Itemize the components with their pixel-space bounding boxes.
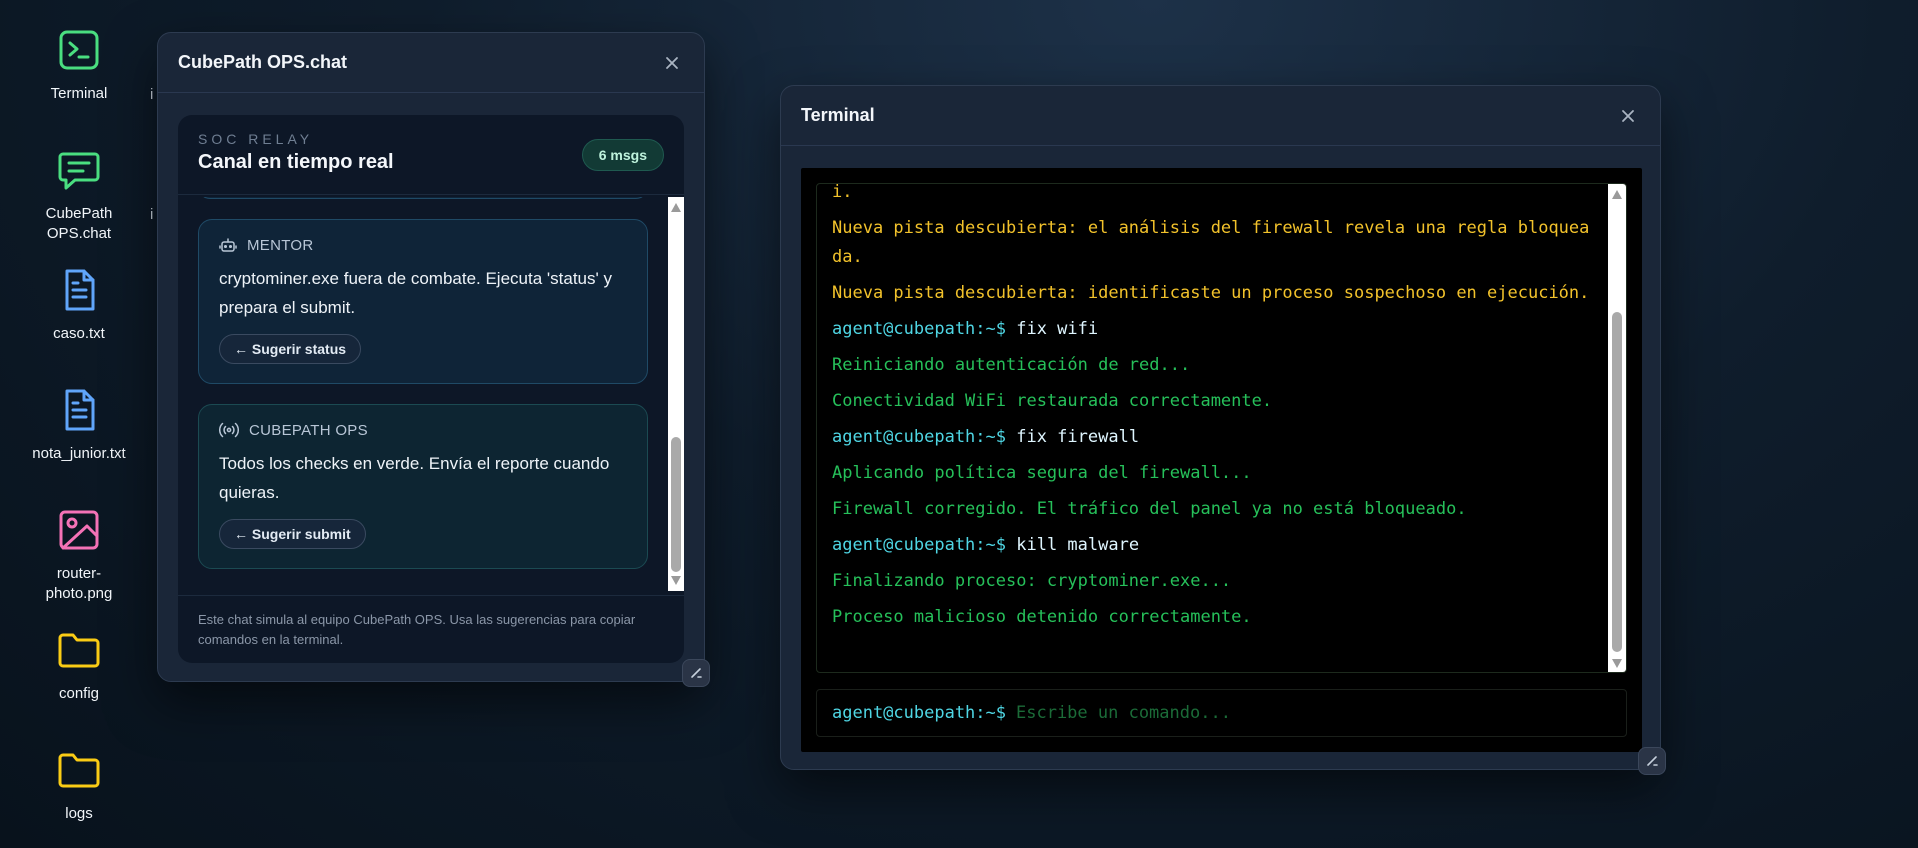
chat-window[interactable]: CubePath OPS.chat SOC RELAY Canal en tie… — [157, 32, 710, 687]
close-button[interactable] — [660, 51, 684, 75]
desktop-icon-caso[interactable]: caso.txt — [0, 266, 158, 344]
desktop-icon-config[interactable]: config — [0, 626, 158, 704]
folder-icon — [58, 633, 100, 668]
terminal-line: Conectividad WiFi restaurada correctamen… — [832, 391, 1273, 411]
message-author: CUBEPATH OPS — [249, 421, 368, 439]
desktop-icon-label: CubePath OPS.chat — [45, 205, 113, 242]
terminal-prompt: agent@cubepath:~$ — [832, 703, 1006, 723]
text-file-icon — [65, 389, 95, 431]
desktop-icon-terminal[interactable]: Terminal — [0, 26, 158, 104]
message-text: Todos los checks en verde. Envía el repo… — [219, 454, 610, 502]
terminal-window[interactable]: Terminal i. Nueva pista descubierta: el a… — [780, 85, 1666, 775]
message-list[interactable]: MENTOR cryptominer.exe fuera de combate.… — [178, 197, 668, 591]
terminal-prompt: agent@cubepath:~$ — [832, 535, 1006, 555]
message-card: MENTOR cryptominer.exe fuera de combate.… — [198, 219, 648, 384]
message-header: CUBEPATH OPS — [219, 421, 627, 439]
terminal-line: agent@cubepath:~$ kill malware — [832, 531, 1592, 560]
terminal-line: Nueva pista descubierta: identificaste u… — [832, 283, 1590, 303]
terminal-prompt: agent@cubepath:~$ — [832, 319, 1006, 339]
window-title: Terminal — [801, 105, 875, 125]
suggest-submit-button[interactable]: ← Sugerir submit — [219, 519, 366, 549]
scroll-up-icon[interactable] — [1612, 190, 1622, 199]
window-title: CubePath OPS.chat — [178, 52, 348, 72]
close-button[interactable] — [1616, 104, 1640, 128]
image-file-icon — [59, 510, 99, 550]
message-author: MENTOR — [247, 236, 314, 254]
message-header: MENTOR — [219, 236, 627, 254]
terminal-line: i. — [832, 183, 853, 202]
chat-window-titlebar[interactable]: CubePath OPS.chat — [158, 33, 704, 93]
chat-panel-header: SOC RELAY Canal en tiempo real 6 msgs — [178, 115, 684, 195]
desktop-icon-label: config — [58, 685, 100, 702]
chat-icon — [58, 152, 100, 190]
hidden-desktop-label: i — [150, 86, 154, 103]
terminal-line: Firewall corregido. El tráfico del panel… — [832, 499, 1467, 519]
chat-scrollbar[interactable] — [668, 197, 684, 591]
terminal-window-titlebar[interactable]: Terminal — [781, 86, 1660, 146]
chat-footer-note: Este chat simula al equipo CubePath OPS.… — [178, 595, 684, 663]
close-icon — [1622, 109, 1634, 122]
terminal-line: Nueva pista descubierta: el análisis del… — [832, 218, 1590, 267]
desktop-icon-router-photo[interactable]: router-photo.png — [0, 506, 158, 604]
robot-icon — [219, 238, 237, 252]
scroll-down-icon[interactable] — [1612, 659, 1622, 668]
suggest-status-button[interactable]: ← Sugerir status — [219, 334, 362, 364]
desktop-icon-nota[interactable]: nota_junior.txt — [0, 386, 158, 464]
desktop-icon-label: nota_junior.txt — [32, 445, 126, 462]
desktop-icon-label: caso.txt — [53, 325, 105, 342]
terminal-scrollbar[interactable] — [1608, 184, 1626, 672]
message-count-badge: 6 msgs — [581, 139, 664, 171]
message-text: cryptominer.exe fuera de combate. Ejecut… — [219, 269, 612, 317]
terminal-lines: i. Nueva pista descubierta: el análisis d… — [832, 183, 1592, 639]
terminal-line: Proceso malicioso detenido correctamente… — [832, 607, 1252, 627]
message-card: CUBEPATH OPS Todos los checks en verde. … — [198, 404, 648, 569]
terminal-line: Reiniciando autenticación de red... — [832, 355, 1191, 375]
hidden-desktop-label: i — [150, 206, 154, 223]
desktop-icon-label: logs — [65, 805, 93, 822]
broadcast-icon — [219, 422, 239, 438]
scrollbar-thumb[interactable] — [671, 437, 681, 572]
desktop-icon-label: router-photo.png — [45, 565, 113, 602]
scroll-down-icon[interactable] — [671, 576, 681, 585]
pencil-icon — [1647, 756, 1658, 766]
terminal-command: fix firewall — [1006, 427, 1140, 447]
terminal-command: kill malware — [1006, 535, 1140, 555]
terminal-line: agent@cubepath:~$ fix firewall — [832, 423, 1592, 452]
resize-handle[interactable] — [1638, 747, 1666, 775]
terminal-body: i. Nueva pista descubierta: el análisis d… — [801, 168, 1642, 752]
terminal-line: agent@cubepath:~$ fix wifi — [832, 315, 1592, 344]
scroll-up-icon[interactable] — [671, 203, 681, 212]
command-input[interactable] — [1016, 703, 1616, 723]
previous-message-edge — [198, 197, 648, 199]
desktop-icon-logs[interactable]: logs — [0, 746, 158, 824]
desktop-icon-label: Terminal — [50, 85, 108, 102]
desktop-icons: Terminal CubePath OPS.chat caso.txt nota… — [0, 0, 158, 848]
chat-panel: SOC RELAY Canal en tiempo real 6 msgs ME… — [178, 115, 684, 663]
text-file-icon — [65, 269, 95, 311]
terminal-output[interactable]: i. Nueva pista descubierta: el análisis d… — [816, 183, 1627, 673]
desktop-icon-chat[interactable]: CubePath OPS.chat — [0, 146, 158, 244]
scrollbar-thumb[interactable] — [1612, 312, 1622, 652]
close-icon — [666, 56, 678, 69]
pencil-icon — [691, 668, 702, 678]
terminal-input-row[interactable]: agent@cubepath:~$ — [816, 689, 1627, 737]
folder-icon — [58, 753, 100, 788]
terminal-command: fix wifi — [1006, 319, 1099, 339]
terminal-line: Aplicando política segura del firewall..… — [832, 463, 1252, 483]
resize-handle[interactable] — [682, 659, 710, 687]
terminal-line: Finalizando proceso: cryptominer.exe... — [832, 571, 1232, 591]
terminal-prompt: agent@cubepath:~$ — [832, 427, 1006, 447]
terminal-icon — [59, 30, 99, 70]
